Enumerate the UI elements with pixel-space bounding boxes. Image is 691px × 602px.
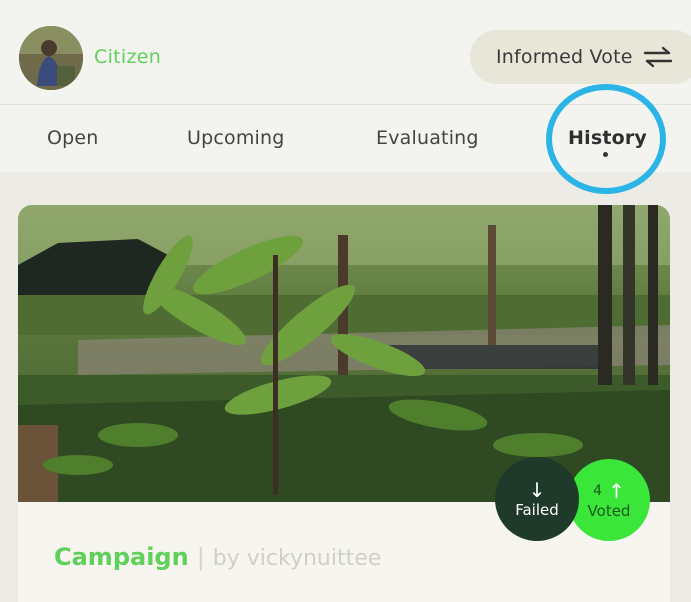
voted-badge[interactable]: 4 ↑ Voted — [568, 459, 650, 541]
campaign-image — [18, 205, 670, 502]
failed-label: Failed — [515, 501, 559, 519]
title-separator: | — [196, 543, 205, 571]
tab-upcoming[interactable]: Upcoming — [187, 127, 285, 149]
informed-vote-label: Informed Vote — [496, 46, 633, 68]
highlight-circle — [546, 84, 666, 194]
avatar[interactable] — [19, 26, 83, 90]
tab-evaluating[interactable]: Evaluating — [376, 127, 479, 149]
voted-label: Voted — [587, 502, 631, 520]
campaign-author: by vickynuittee — [212, 546, 382, 571]
failed-status-badge[interactable]: ↓ Failed — [495, 457, 579, 541]
swap-arrows-icon — [643, 46, 673, 68]
arrow-up-icon: ↑ — [608, 479, 625, 503]
campaign-title: Campaign — [54, 543, 189, 571]
tab-open[interactable]: Open — [47, 127, 99, 149]
user-name[interactable]: Citizen — [94, 46, 161, 68]
arrow-down-icon: ↓ — [528, 478, 546, 502]
informed-vote-toggle[interactable]: Informed Vote — [470, 30, 691, 84]
vote-count: 4 — [593, 483, 603, 499]
campaign-heading[interactable]: Campaign | by vickynuittee — [54, 543, 381, 571]
